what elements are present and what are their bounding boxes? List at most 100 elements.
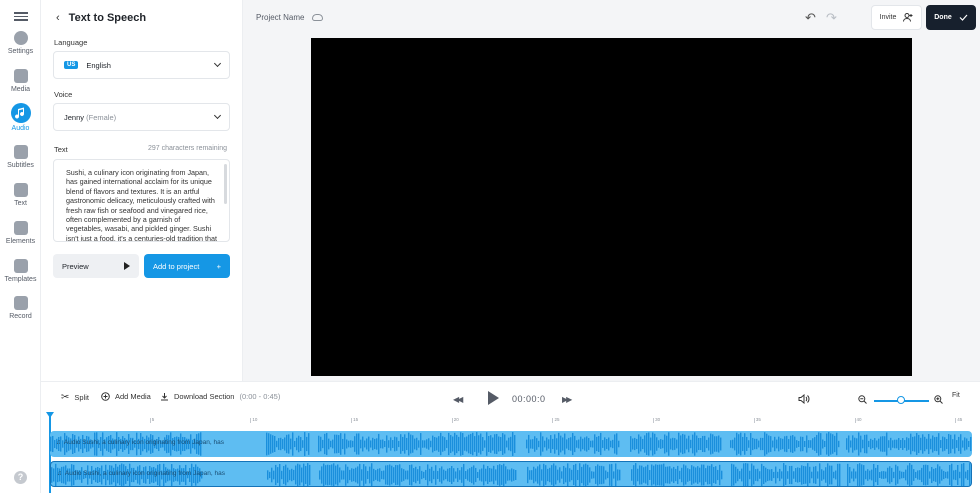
zoom-out-icon[interactable] <box>858 395 867 404</box>
speech-text-area[interactable]: Sushi, a culinary icon originating from … <box>53 159 230 242</box>
panel-title: Text to Speech <box>68 12 147 24</box>
timeline-ruler[interactable]: 5 10 15 20 25 30 35 40 45 <box>41 411 980 429</box>
done-label: Done <box>934 14 952 21</box>
language-label: Language <box>54 38 88 47</box>
language-select[interactable]: US English <box>53 51 230 79</box>
play-icon[interactable] <box>488 391 499 405</box>
project-name-text: Project Name <box>256 13 305 22</box>
rail-item-templates[interactable]: Templates <box>0 259 41 283</box>
preview-label: Preview <box>62 261 89 271</box>
ruler-label: 40 <box>856 417 862 422</box>
rail-item-elements[interactable]: Elements <box>0 221 41 245</box>
panel-header: ‹ Text to Speech <box>56 12 146 24</box>
add-media-label: Add Media <box>115 392 151 401</box>
redo-icon[interactable]: ↷ <box>826 10 837 26</box>
rail-item-label: Record <box>9 313 32 320</box>
zoom-in-icon[interactable] <box>934 395 943 404</box>
chevron-down-icon <box>213 59 222 68</box>
gear-icon <box>13 31 28 45</box>
scissors-icon: ✂ <box>61 392 70 403</box>
rail-item-media[interactable]: Media <box>0 69 41 93</box>
invite-button[interactable]: Invite <box>871 5 922 30</box>
track-label-text: Audio Sushi, a culinary icon originating… <box>63 439 224 446</box>
rail-item-settings[interactable]: Settings <box>0 31 41 55</box>
download-label: Download Section <box>174 392 235 401</box>
rail-item-record[interactable]: Record <box>0 296 41 320</box>
music-note-icon: ♫ <box>57 470 62 477</box>
preview-stage <box>243 35 980 381</box>
ruler-label: 25 <box>554 417 560 422</box>
speech-text: Sushi, a culinary icon originating from … <box>66 168 217 242</box>
preview-button[interactable]: Preview <box>53 254 139 278</box>
project-name[interactable]: Project Name <box>256 13 324 22</box>
playback-time: 00:00:0 <box>512 394 546 404</box>
zoom-slider-handle[interactable] <box>897 396 905 404</box>
track-label-text: Audio Sushi, a culinary icon originating… <box>64 470 225 477</box>
timeline-toolbar: ✂ Split Add Media Download Section (0:00… <box>41 381 980 411</box>
rail-item-label: Templates <box>4 276 37 283</box>
ruler-label: 15 <box>353 417 359 422</box>
ruler-tick <box>451 418 453 423</box>
back-chevron-icon[interactable]: ‹ <box>56 12 60 24</box>
hamburger-menu-icon[interactable] <box>14 10 28 22</box>
ruler-tick <box>351 418 353 423</box>
ruler-tick <box>250 418 252 423</box>
text-to-speech-panel: ‹ Text to Speech Language US English Voi… <box>41 0 243 381</box>
rail-item-label: Text <box>14 200 27 207</box>
record-icon <box>13 296 28 310</box>
rail-item-label: Subtitles <box>7 162 34 169</box>
add-to-project-button[interactable]: Add to project + <box>144 254 230 278</box>
ruler-tick <box>653 418 655 423</box>
split-button[interactable]: ✂ Split <box>61 392 89 403</box>
skip-forward-icon[interactable]: ▶▶ <box>562 395 572 404</box>
ruler-tick <box>854 418 856 423</box>
music-note-icon <box>10 103 31 123</box>
rail-item-label: Elements <box>5 238 36 245</box>
video-canvas[interactable] <box>311 38 912 376</box>
ruler-tick <box>552 418 554 423</box>
ruler-label: 35 <box>755 417 761 422</box>
music-note-icon: ♫ <box>56 439 61 446</box>
chevron-down-icon <box>213 111 222 120</box>
add-person-icon <box>903 13 913 22</box>
text-icon <box>13 183 28 197</box>
add-to-project-label: Add to project <box>153 261 200 271</box>
rail-item-label: Settings <box>7 48 34 55</box>
rail-item-audio[interactable]: Audio <box>0 103 41 132</box>
add-media-button[interactable]: Add Media <box>101 392 151 401</box>
rail-item-subtitles[interactable]: Subtitles <box>0 145 41 169</box>
done-button[interactable]: Done <box>926 5 976 30</box>
text-label: Text <box>54 145 68 154</box>
ruler-tick <box>149 418 151 423</box>
templates-icon <box>13 259 28 273</box>
left-rail: Settings Media Audio Subtitles Text Elem… <box>0 0 41 493</box>
ruler-label: 30 <box>655 417 661 422</box>
audio-track[interactable]: ♫ Audio Sushi, a culinary icon originatin… <box>50 461 972 487</box>
voice-name: Jenny <box>64 112 85 122</box>
ruler-label: 5 <box>151 417 155 422</box>
ruler-tick <box>955 418 957 423</box>
skip-back-icon[interactable]: ◀◀ <box>453 395 463 404</box>
invite-label: Invite <box>879 14 897 21</box>
download-section-button[interactable]: Download Section (0:00 - 0:45) <box>160 392 280 401</box>
plus-icon <box>13 69 28 83</box>
rail-item-label: Audio <box>11 125 30 132</box>
top-bar: Project Name ↶ ↷ Invite Done <box>243 0 980 35</box>
elements-icon <box>13 221 28 235</box>
voice-label: Voice <box>54 90 73 99</box>
play-icon <box>124 262 130 270</box>
language-value: English <box>86 60 111 70</box>
plus-icon: + <box>216 261 221 271</box>
undo-icon[interactable]: ↶ <box>805 10 816 26</box>
download-range: (0:00 - 0:45) <box>239 392 281 401</box>
text-scrollbar[interactable] <box>224 164 227 204</box>
rail-item-text[interactable]: Text <box>0 183 41 207</box>
ruler-label: 20 <box>453 417 459 422</box>
ruler-tick <box>753 418 755 423</box>
volume-icon[interactable] <box>798 394 810 404</box>
help-icon[interactable]: ? <box>14 471 27 484</box>
audio-track[interactable]: ♫ Audio Sushi, a culinary icon originatin… <box>50 431 972 457</box>
voice-select[interactable]: Jenny (Female) <box>53 103 230 131</box>
fit-button[interactable]: Fit <box>952 392 960 399</box>
editor-app: Settings Media Audio Subtitles Text Elem… <box>0 0 980 493</box>
